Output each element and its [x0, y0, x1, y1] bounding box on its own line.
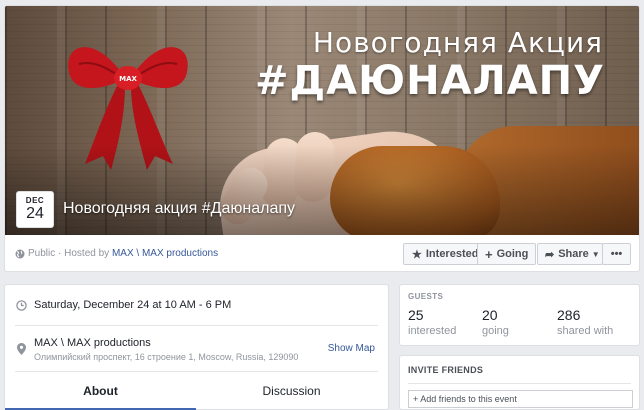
event-header-card: MAX Новогодняя Акция #ДАЮНАЛАПУ DEC 24 Н… [4, 5, 640, 272]
event-title: Новогодняя акция #Даюналапу [63, 200, 296, 217]
cover-subtitle: Новогодняя Акция [312, 26, 603, 59]
invite-friends-card: INVITE FRIENDS + Add friends to this eve… [399, 355, 640, 410]
cover-photo[interactable]: MAX Новогодняя Акция #ДАЮНАЛАПУ DEC 24 Н… [5, 6, 639, 235]
stat-interested[interactable]: 25 interested [408, 307, 456, 337]
interested-label: Interested [425, 248, 479, 260]
clock-icon [16, 300, 27, 311]
share-button[interactable]: ➦ Share ▼ [537, 243, 603, 265]
more-label: ••• [610, 248, 623, 260]
event-host-line: Public · Hosted by MAX \ MAX productions [28, 248, 218, 259]
more-options-button[interactable]: ••• [602, 243, 631, 265]
stat-going[interactable]: 20 going [482, 307, 509, 337]
event-datetime[interactable]: Saturday, December 24 at 10 AM - 6 PM [34, 299, 231, 311]
event-meta-bar: Public · Hosted by MAX \ MAX productions… [5, 235, 639, 271]
stat-label: going [482, 325, 509, 337]
guests-heading: GUESTS [408, 292, 444, 301]
stat-shared-with[interactable]: 286 shared with [557, 307, 613, 337]
share-label: Share [558, 248, 589, 260]
interested-button[interactable]: ★ Interested [403, 243, 478, 265]
divider [408, 383, 631, 384]
share-icon: ➦ [545, 248, 555, 261]
globe-icon [15, 249, 25, 259]
host-link[interactable]: MAX \ MAX productions [112, 248, 218, 259]
svg-text:MAX: MAX [119, 75, 137, 83]
event-day: 24 [26, 205, 44, 222]
caret-down-icon: ▼ [591, 249, 600, 259]
stat-label: interested [408, 325, 457, 337]
event-details-card: Saturday, December 24 at 10 AM - 6 PM MA… [4, 284, 389, 410]
stat-label: shared with [557, 325, 614, 337]
venue-name[interactable]: MAX \ MAX productions [34, 337, 151, 349]
cover-gradient [5, 145, 639, 235]
location-pin-icon [17, 343, 26, 355]
divider [15, 371, 378, 372]
stat-value: 20 [482, 307, 498, 323]
event-date-badge: DEC 24 [16, 191, 54, 228]
plus-icon: + [485, 246, 493, 262]
hosted-by-label: · Hosted by [55, 248, 112, 259]
event-month: DEC [25, 196, 45, 205]
invite-heading: INVITE FRIENDS [408, 365, 484, 375]
tab-about[interactable]: About [5, 381, 196, 410]
divider [15, 325, 378, 326]
privacy-label: Public [28, 248, 56, 259]
cover-hashtag: #ДАЮНАЛАПУ [255, 58, 605, 104]
going-button[interactable]: + Going [477, 243, 536, 265]
going-label: Going [496, 248, 529, 260]
show-map-link[interactable]: Show Map [328, 343, 375, 354]
stat-value: 286 [557, 307, 581, 323]
guests-card: GUESTS 25 interested 20 going 286 shared… [399, 284, 640, 346]
star-icon: ★ [412, 248, 422, 261]
stat-value: 25 [408, 307, 424, 323]
tab-discussion[interactable]: Discussion [196, 381, 387, 410]
venue-address: Олимпийский проспект, 16 строение 1, Mos… [34, 352, 299, 362]
add-friends-input[interactable]: + Add friends to this event [408, 390, 633, 408]
